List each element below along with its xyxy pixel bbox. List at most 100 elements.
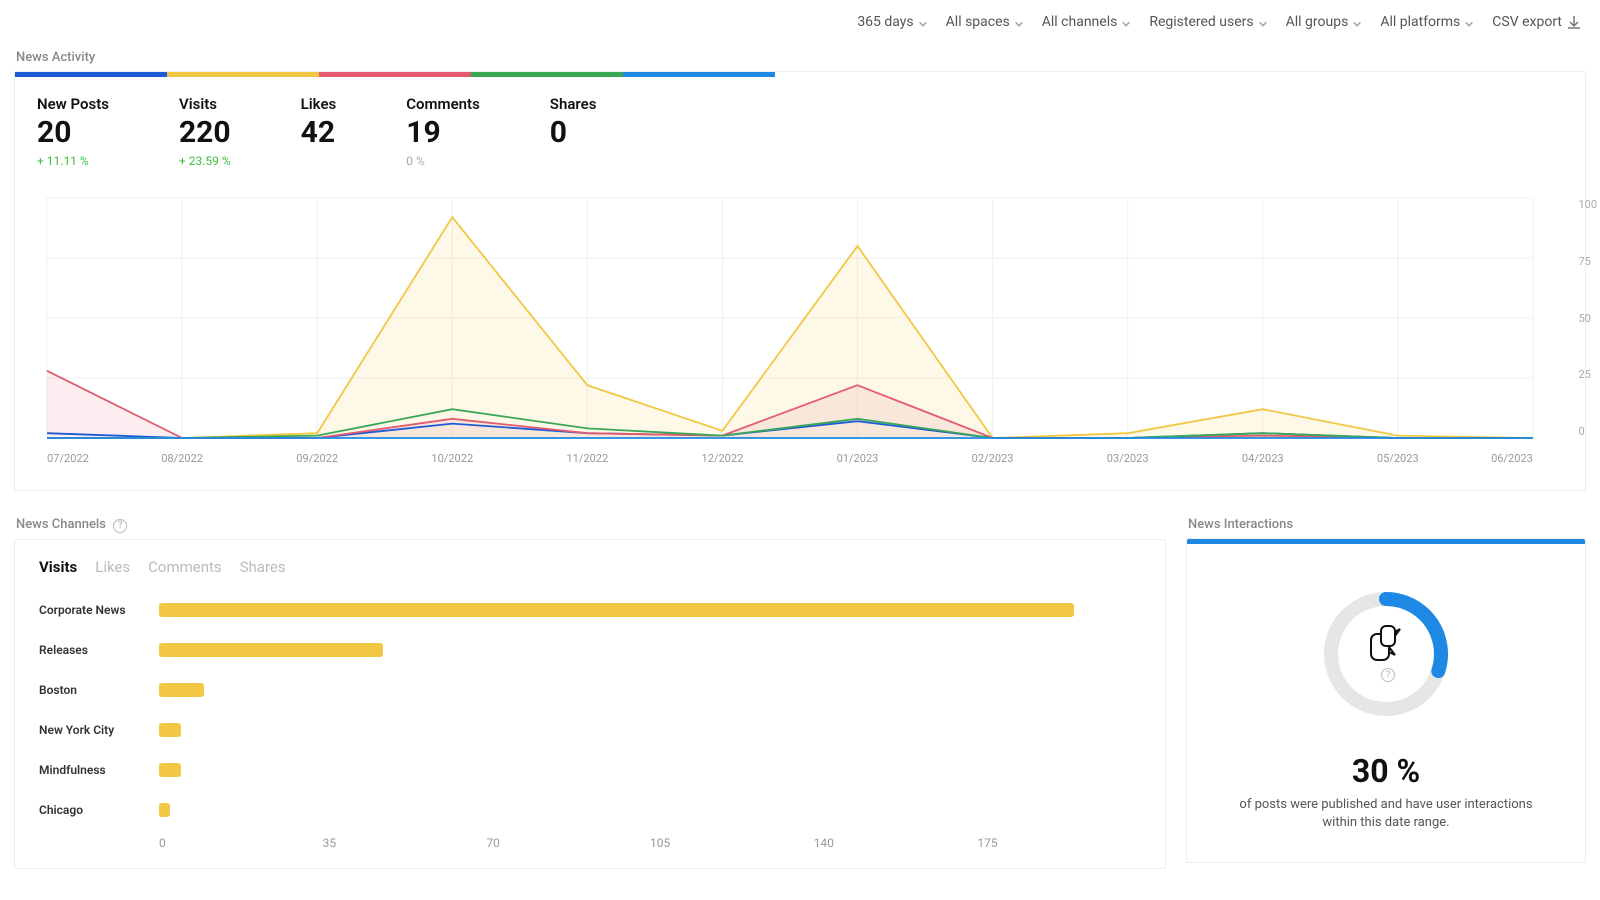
x-tick-label: 11/2022 (566, 452, 608, 465)
channel-bar[interactable] (159, 603, 1074, 617)
channel-bar-label: Releases (39, 643, 159, 657)
tab-visits[interactable]: Visits (39, 558, 77, 576)
interactions-percent: 30 % (1352, 752, 1420, 790)
kpi-value: 20 (37, 115, 109, 150)
channel-bar[interactable] (159, 763, 181, 777)
kpi-delta: + 11.11 % (37, 154, 109, 168)
news-channels-section: News Channels ? Visits Likes Comments Share… (14, 511, 1166, 869)
x-tick-label: 0 (159, 836, 323, 850)
news-interactions-title: News Interactions (1188, 517, 1586, 532)
x-tick-label: 07/2022 (47, 452, 89, 465)
kpi-label: Comments (406, 95, 480, 113)
kpi-comments[interactable]: Comments190 % (406, 95, 480, 168)
x-tick-label: 05/2023 (1377, 452, 1419, 465)
filter-date-range-label: 365 days (857, 14, 913, 30)
color-tab-likes[interactable] (319, 72, 471, 77)
download-icon (1566, 14, 1582, 30)
help-icon[interactable]: ? (1381, 668, 1395, 682)
news-channels-title: News Channels ? (16, 517, 1166, 533)
kpi-label: Shares (550, 95, 597, 113)
news-channels-title-text: News Channels (16, 517, 106, 532)
news-interactions-section: News Interactions (1186, 511, 1586, 869)
color-tab-comments[interactable] (471, 72, 623, 77)
kpi-visits[interactable]: Visits220+ 23.59 % (179, 95, 231, 168)
channel-bar-row: Releases (39, 630, 1141, 670)
channel-bar-row: Boston (39, 670, 1141, 710)
x-tick-label: 08/2022 (161, 452, 203, 465)
chevron-down-icon (1014, 17, 1024, 27)
news-channels-card: Visits Likes Comments Shares Corporate News… (14, 539, 1166, 869)
kpi-value: 19 (406, 115, 480, 150)
channel-bar-row: Corporate News (39, 590, 1141, 630)
x-tick-label: 01/2023 (837, 452, 879, 465)
y-axis-labels: 1007550250 (1578, 198, 1597, 438)
filter-date-range[interactable]: 365 days (857, 14, 927, 30)
chevron-down-icon (1464, 17, 1474, 27)
x-tick-label: 02/2023 (972, 452, 1014, 465)
x-tick-label: 105 (650, 836, 814, 850)
filter-spaces[interactable]: All spaces (946, 14, 1024, 30)
x-tick-label: 35 (323, 836, 487, 850)
filter-users[interactable]: Registered users (1149, 14, 1267, 30)
csv-export-button[interactable]: CSV export (1492, 14, 1582, 30)
x-tick-label: 12/2022 (702, 452, 744, 465)
csv-export-label: CSV export (1492, 14, 1562, 30)
filter-platforms-label: All platforms (1380, 14, 1460, 30)
filter-bar: 365 days All spaces All channels Registe… (14, 8, 1586, 44)
filter-users-label: Registered users (1149, 14, 1253, 30)
filter-groups-label: All groups (1286, 14, 1349, 30)
color-tab-new_posts[interactable] (15, 72, 167, 77)
channel-x-axis: 03570105140175 (39, 830, 1141, 850)
news-interactions-card: ? 30 % of posts were published and have … (1186, 538, 1586, 863)
kpi-label: Likes (301, 95, 337, 113)
kpi-value: 42 (301, 115, 337, 150)
channel-bar-label: Chicago (39, 803, 159, 817)
channel-bar-label: New York City (39, 723, 159, 737)
filter-channels-label: All channels (1042, 14, 1118, 30)
channel-bar-row: Mindfulness (39, 750, 1141, 790)
filter-groups[interactable]: All groups (1286, 14, 1363, 30)
x-tick-label: 140 (814, 836, 978, 850)
tab-comments[interactable]: Comments (148, 558, 222, 576)
kpi-value: 0 (550, 115, 597, 150)
channel-bar-row: New York City (39, 710, 1141, 750)
chevron-down-icon (918, 17, 928, 27)
x-tick-label: 175 (977, 836, 1141, 850)
channel-bar[interactable] (159, 683, 204, 697)
channel-bar[interactable] (159, 803, 170, 817)
channel-bar[interactable] (159, 723, 181, 737)
help-icon[interactable]: ? (113, 519, 127, 533)
channel-bar[interactable] (159, 643, 383, 657)
x-tick-label: 06/2023 (1491, 452, 1533, 465)
kpi-shares[interactable]: Shares 0 (550, 95, 597, 168)
channel-tabs: Visits Likes Comments Shares (15, 540, 1165, 586)
y-tick-label: 100 (1578, 198, 1597, 211)
interactions-caption: of posts were published and have user in… (1221, 796, 1551, 832)
x-tick-label: 04/2023 (1242, 452, 1284, 465)
kpi-row: New Posts20+ 11.11 %Visits220+ 23.59 %Li… (15, 77, 1585, 178)
activity-line-chart: 07/202208/202209/202210/202211/202212/20… (37, 188, 1563, 472)
activity-color-tabs (15, 72, 775, 77)
y-tick-label: 50 (1578, 312, 1590, 325)
kpi-new_posts[interactable]: New Posts 20 + 11.11 % (37, 95, 109, 168)
chat-bubble-icon (1367, 626, 1405, 664)
channel-bar-row: Chicago (39, 790, 1141, 830)
interactions-donut: ? (1316, 584, 1456, 724)
chevron-down-icon (1258, 17, 1268, 27)
color-tab-shares[interactable] (623, 72, 775, 77)
kpi-label: New Posts (37, 95, 109, 113)
x-tick-label: 10/2022 (431, 452, 473, 465)
chevron-down-icon (1121, 17, 1131, 27)
filter-channels[interactable]: All channels (1042, 14, 1132, 30)
kpi-likes[interactable]: Likes 42 (301, 95, 337, 168)
channel-bar-label: Corporate News (39, 603, 159, 617)
filter-platforms[interactable]: All platforms (1380, 14, 1474, 30)
y-tick-label: 25 (1578, 368, 1590, 381)
kpi-value: 220 (179, 115, 231, 150)
tab-likes[interactable]: Likes (95, 558, 130, 576)
filter-spaces-label: All spaces (946, 14, 1010, 30)
kpi-delta: + 23.59 % (179, 154, 231, 168)
x-tick-label: 03/2023 (1107, 452, 1149, 465)
color-tab-visits[interactable] (167, 72, 319, 77)
tab-shares[interactable]: Shares (240, 558, 286, 576)
